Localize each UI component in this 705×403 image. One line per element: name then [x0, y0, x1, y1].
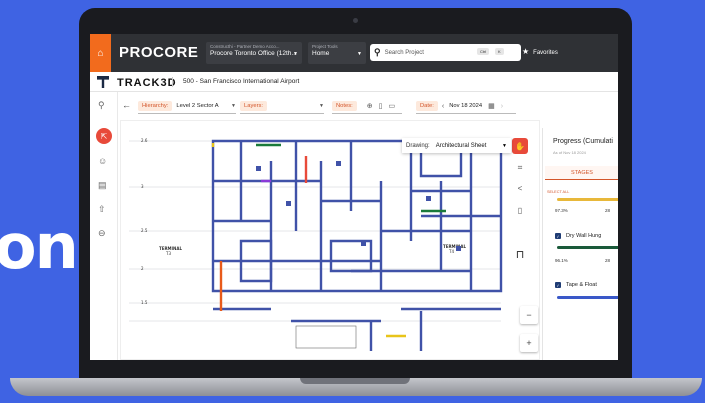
grid-label-26: 2.6	[141, 138, 148, 143]
grid-label-3: 3	[141, 184, 144, 189]
search-icon: ⚲	[374, 47, 381, 57]
progress-count: 28	[605, 208, 611, 213]
home-icon: ⌂	[97, 47, 104, 59]
pan-hand-icon[interactable]: ✋	[512, 138, 528, 154]
progress-pct: 97.3%	[555, 208, 568, 213]
chevron-left-icon[interactable]: ‹	[442, 103, 444, 110]
share-icon[interactable]: <	[512, 180, 528, 196]
checkbox-tape-float[interactable]: ✓	[555, 282, 561, 288]
background-headline: on	[0, 210, 79, 283]
stage-label: Dry Wall Hung	[566, 233, 602, 239]
zoom-in-button[interactable]: +	[520, 334, 538, 352]
procore-logo: PROCORE	[119, 44, 199, 61]
lock-icon[interactable]: ⊓	[512, 246, 528, 262]
stage-label: Tape & Float	[566, 282, 597, 288]
chevron-down-icon: ▼	[319, 103, 324, 109]
chevron-right-icon[interactable]: ›	[501, 103, 503, 110]
column-markers	[256, 161, 461, 251]
kbd-k: K	[495, 48, 504, 55]
grid-label-25: 2.5	[141, 228, 148, 233]
panel-date: As of Nov 18 2024	[553, 150, 586, 155]
track3d-logo-icon	[97, 76, 109, 88]
clipboard-icon[interactable]: ▤	[98, 180, 107, 191]
tab-stages[interactable]: STAGES	[545, 166, 618, 180]
app-name: TRACK3D	[117, 77, 177, 89]
chevron-down-icon: ▼	[231, 103, 236, 109]
drawing-select[interactable]: Drawing: Architectural Sheet ▼	[402, 138, 511, 153]
calendar-icon[interactable]: ▦	[488, 102, 495, 110]
more-icon[interactable]: ⊖	[98, 228, 106, 239]
track3d-header: TRACK3D 500 - San Francisco Internationa…	[90, 72, 618, 92]
checkbox-dry-wall[interactable]: ✓	[555, 233, 561, 239]
filter-toolbar: ← Hierarchy: Level 2 Sector A ▼ Layers: …	[118, 92, 618, 120]
favorites-button[interactable]: ★ Favorites	[522, 47, 558, 56]
floorplan-canvas[interactable]: 2.6 3 2.5 2 1.5 TERMINAL T3 TERMINAL T4	[120, 120, 540, 360]
search-input[interactable]: ⚲ Search Project Ctrl K	[370, 44, 521, 61]
progress-bar	[557, 246, 618, 249]
trash-icon[interactable]: ▯	[512, 202, 528, 218]
project-title: 500 - San Francisco International Airpor…	[183, 78, 300, 85]
chevron-down-icon: ▼	[293, 51, 298, 57]
notes-field: Notes: ⊕ ▯ ▭	[332, 99, 402, 114]
delete-icon[interactable]: ▭	[389, 102, 396, 110]
star-icon: ★	[522, 47, 530, 56]
left-sidebar: ⚲ ⇱ ☺ ▤ ⇧ ⊖	[90, 92, 118, 360]
divider	[172, 77, 173, 87]
terminal-right-num: T4	[448, 249, 454, 254]
document-icon[interactable]: ▯	[379, 102, 383, 110]
laptop-notch	[300, 378, 410, 384]
court-outline	[295, 325, 357, 349]
hierarchy-select[interactable]: Hierarchy: Level 2 Sector A ▼	[138, 99, 236, 114]
panel-title: Progress (Cumulati	[553, 138, 613, 145]
floorplan-svg: 2.6 3 2.5 2 1.5 TERMINAL T3 TERMINAL T4	[129, 138, 503, 351]
kbd-ctrl: Ctrl	[477, 48, 490, 55]
project-tools-selector[interactable]: Project Tools Home ▼	[308, 42, 366, 64]
layers-select[interactable]: Layers: ▼	[240, 99, 324, 114]
route-icon[interactable]: ⚲	[98, 100, 105, 111]
terminal-left-num: T3	[165, 251, 171, 256]
back-arrow-icon[interactable]: ←	[122, 100, 131, 110]
upload-icon[interactable]: ⇧	[98, 204, 106, 215]
progress-panel: Progress (Cumulati As of Nov 18 2024 STA…	[542, 128, 618, 360]
progress-bar	[557, 296, 618, 299]
date-field: Date: ‹ Nov 18 2024 ▦ ›	[416, 99, 516, 114]
app-screen: ⌂ PROCORE Constructhi - Partner Demo Acc…	[90, 34, 618, 360]
procore-topbar: ⌂ PROCORE Constructhi - Partner Demo Acc…	[90, 34, 618, 72]
progress-bar	[557, 198, 618, 201]
grid-label-15: 1.5	[141, 300, 148, 305]
add-note-icon[interactable]: ⊕	[367, 102, 373, 110]
home-button[interactable]: ⌂	[90, 34, 111, 72]
company-selector[interactable]: Constructhi - Partner Demo Acco... Proco…	[206, 42, 302, 64]
camera-icon	[353, 18, 358, 23]
grid-label-2: 2	[141, 266, 144, 271]
share-icon[interactable]: ⇱	[96, 128, 112, 144]
users-icon[interactable]: ☺	[98, 156, 107, 166]
select-all-link[interactable]: SELECT ALL	[547, 190, 569, 194]
progress-count: 28	[605, 258, 611, 263]
chevron-down-icon: ▼	[357, 51, 362, 57]
scan-icon[interactable]: ⌗	[512, 160, 528, 176]
progress-pct: 96.1%	[555, 258, 568, 263]
terminal-right-label: TERMINAL	[443, 244, 466, 249]
zoom-out-button[interactable]: −	[520, 306, 538, 324]
chevron-down-icon: ▼	[502, 142, 507, 149]
